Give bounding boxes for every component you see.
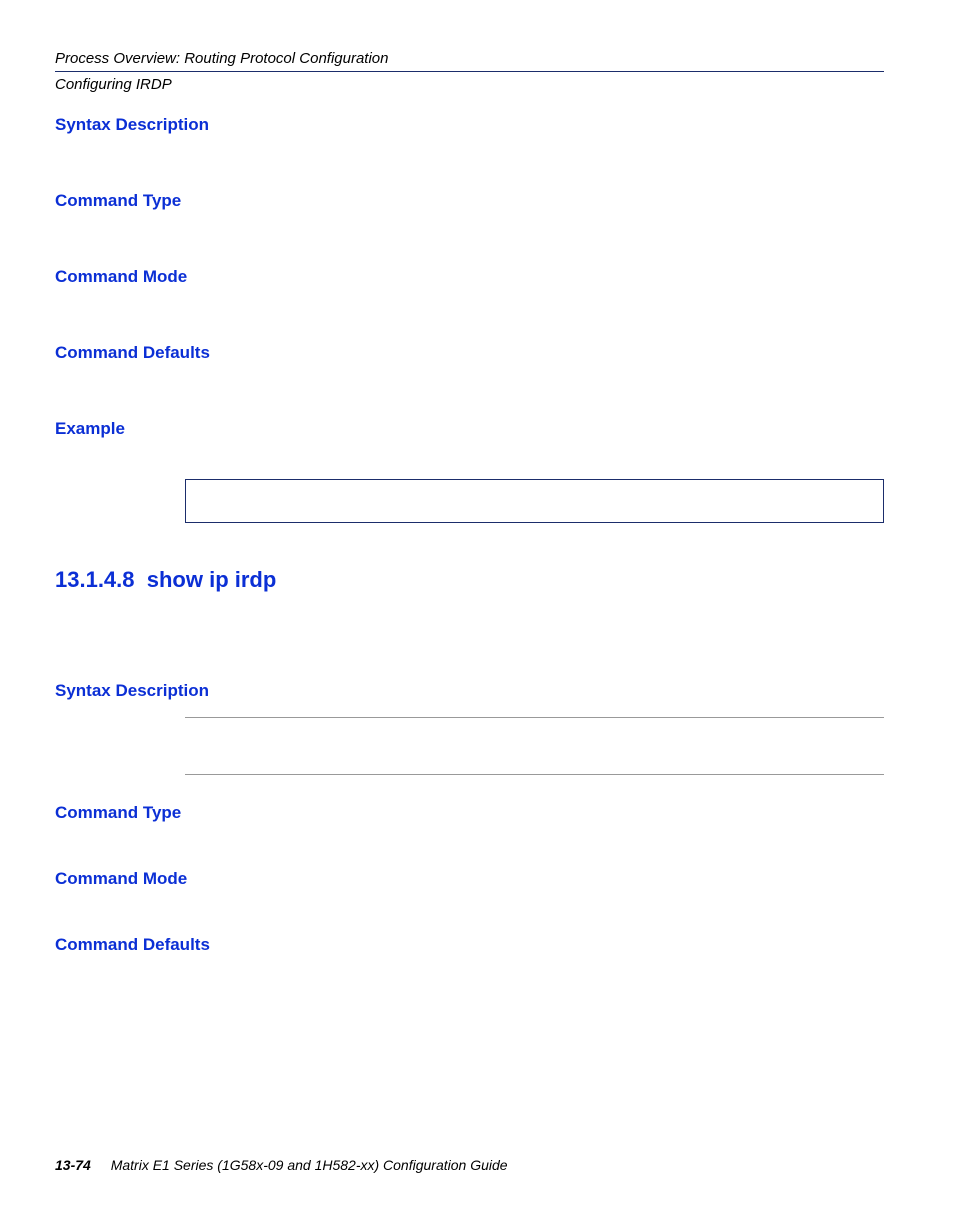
body-example-1 [55, 447, 884, 461]
body-command-type-2 [55, 831, 884, 845]
page-footer: 13-74 Matrix E1 Series (1G58x-09 and 1H5… [55, 1157, 508, 1173]
heading-syntax-description-1: Syntax Description [55, 115, 884, 135]
body-command-defaults-2 [55, 963, 884, 977]
heading-command-type-2: Command Type [55, 803, 884, 823]
body-command-section [55, 607, 884, 647]
running-header-line2: Configuring IRDP [55, 72, 884, 93]
heading-command-mode-1: Command Mode [55, 267, 884, 287]
table-row [185, 717, 884, 775]
command-section-number: 13.1.4.8 [55, 567, 135, 592]
body-command-defaults-1 [55, 371, 884, 385]
page: Process Overview: Routing Protocol Confi… [0, 0, 954, 1227]
heading-syntax-description-2: Syntax Description [55, 681, 884, 701]
body-command-mode-2 [55, 897, 884, 911]
heading-command-defaults-1: Command Defaults [55, 343, 884, 363]
running-header-line1: Process Overview: Routing Protocol Confi… [55, 50, 884, 72]
heading-command-defaults-2: Command Defaults [55, 935, 884, 955]
heading-command-mode-2: Command Mode [55, 869, 884, 889]
example-code-box [185, 479, 884, 523]
footer-page-number: 13-74 [55, 1157, 91, 1173]
syntax-param-table [185, 717, 884, 775]
body-syntax-description-1 [55, 143, 884, 157]
heading-command-type-1: Command Type [55, 191, 884, 211]
command-section-heading: 13.1.4.8 show ip irdp [55, 567, 884, 593]
footer-title: Matrix E1 Series (1G58x-09 and 1H582-xx)… [111, 1157, 508, 1173]
heading-example-1: Example [55, 419, 884, 439]
body-command-mode-1 [55, 295, 884, 309]
body-command-type-1 [55, 219, 884, 233]
command-section-name: show ip irdp [147, 567, 277, 592]
